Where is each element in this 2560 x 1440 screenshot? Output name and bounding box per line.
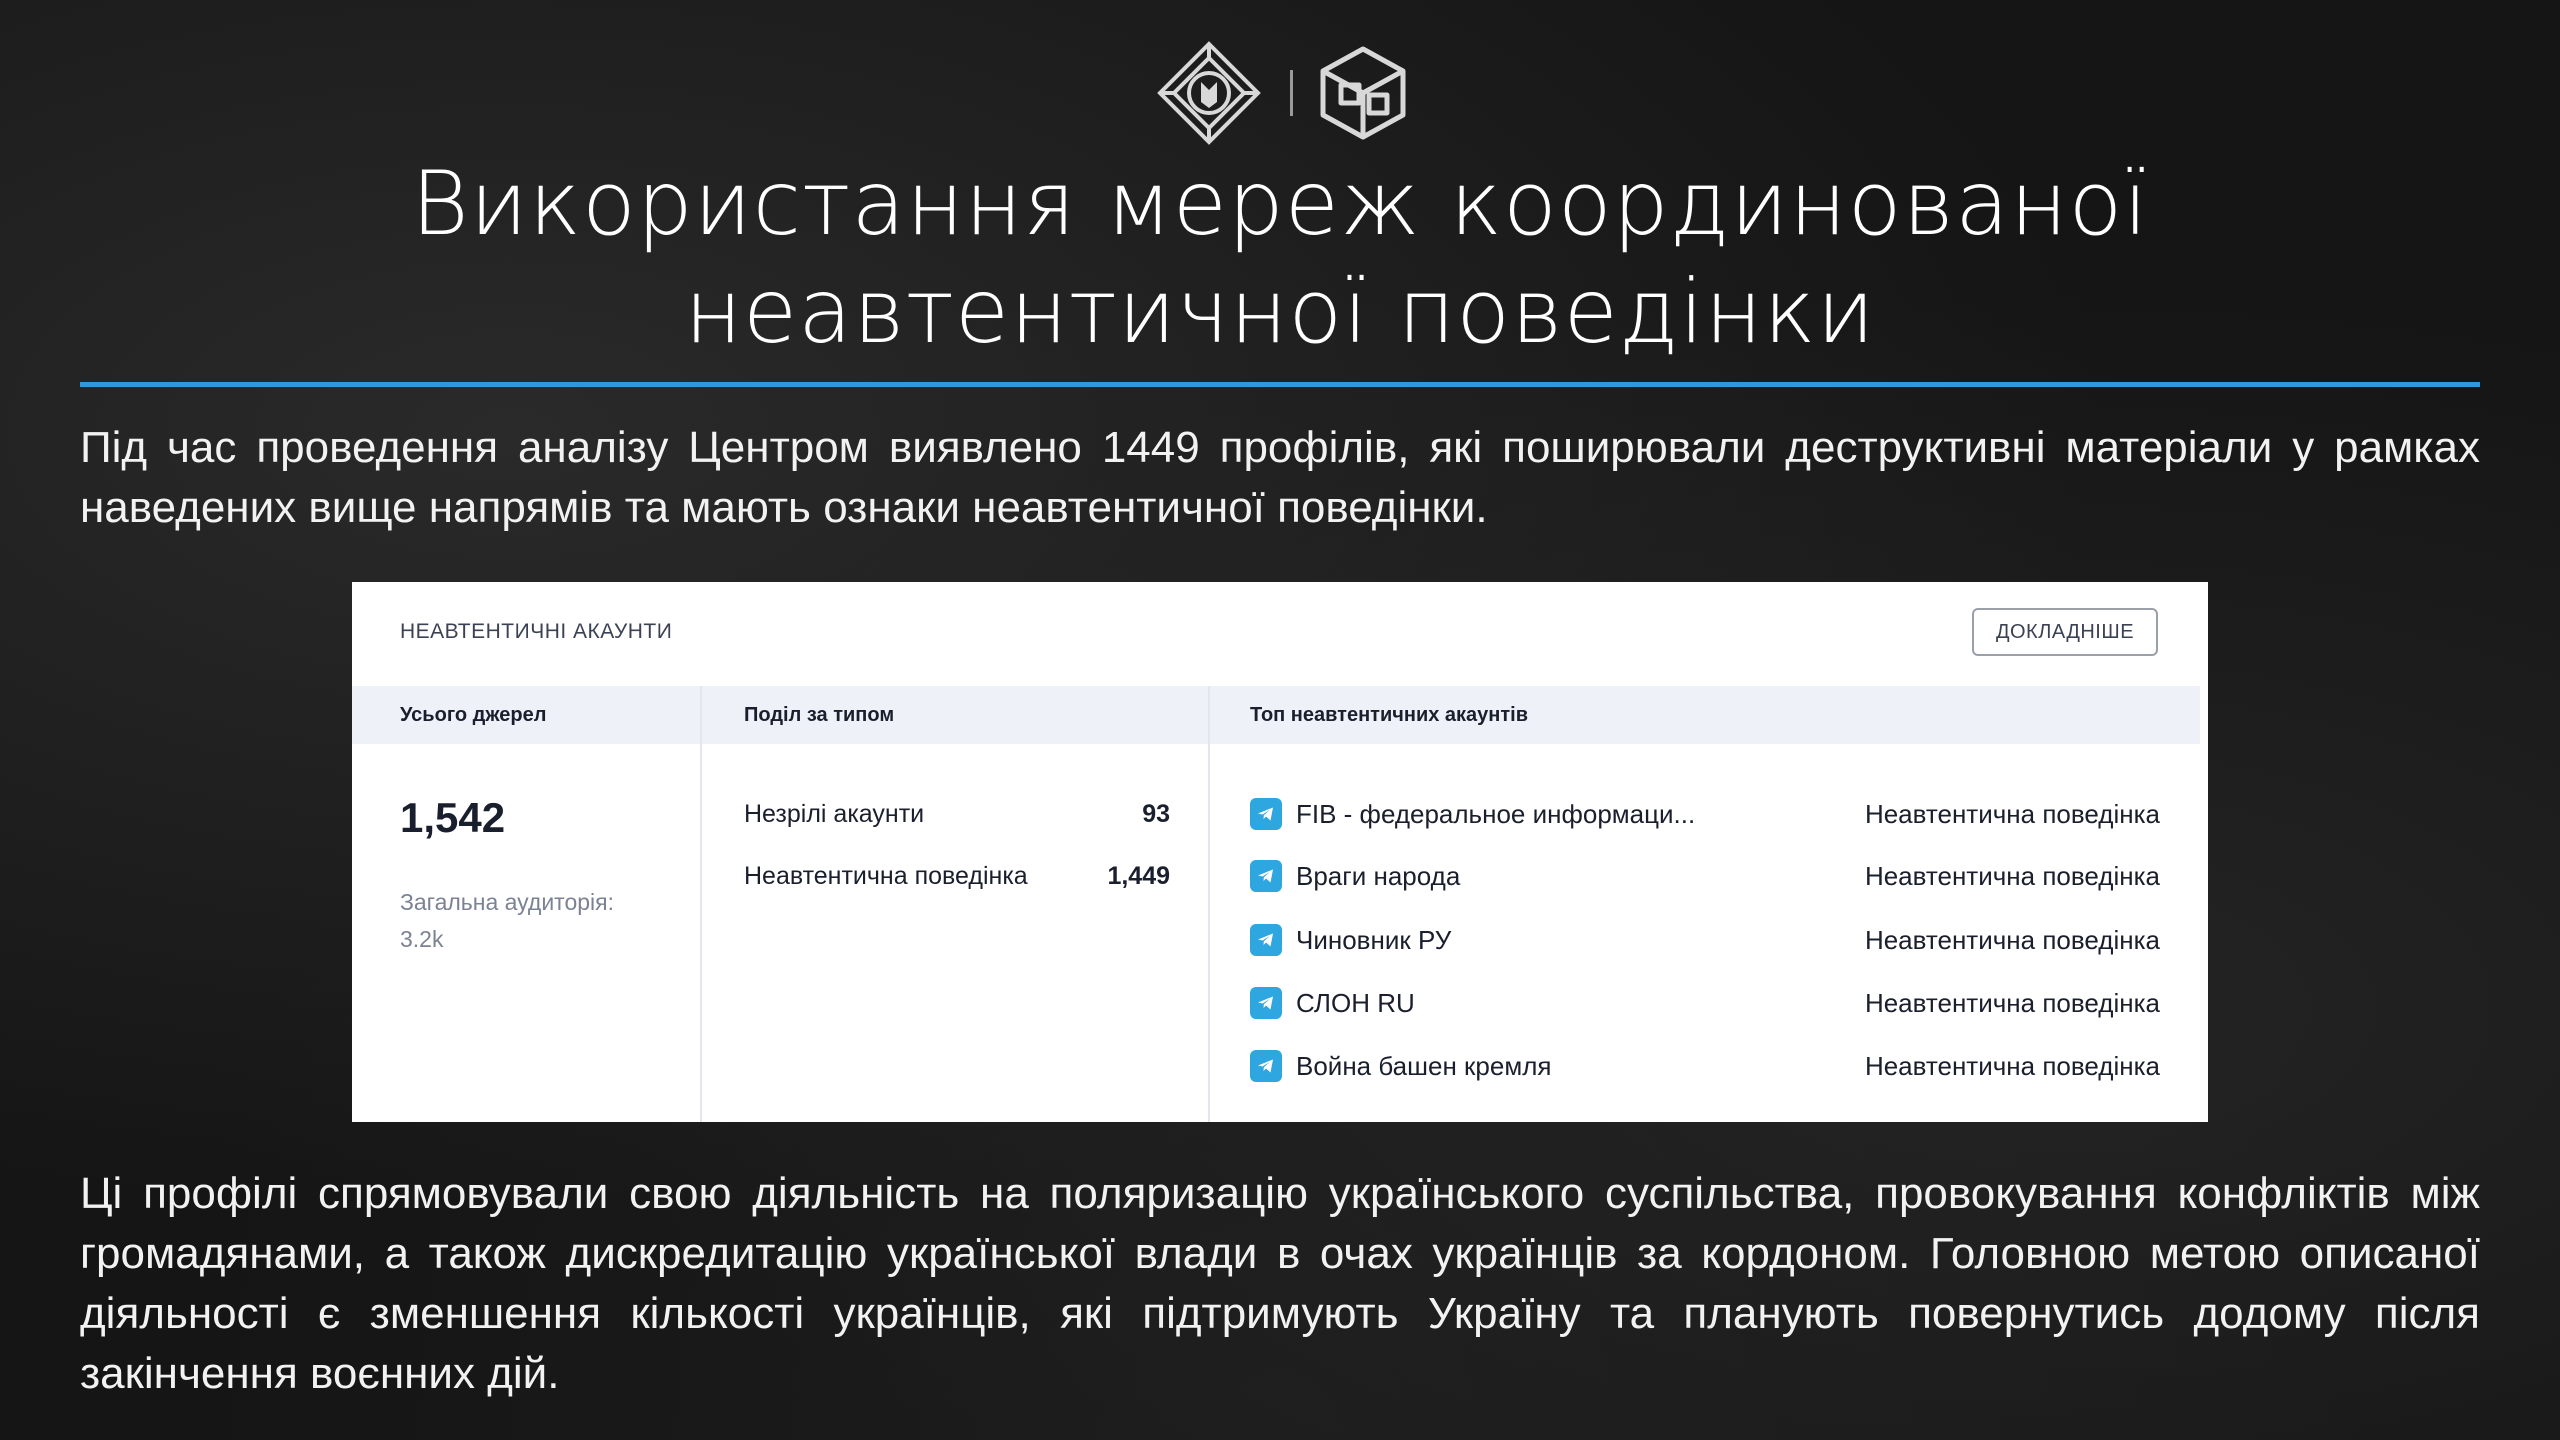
account-type: Неавтентична поведінка xyxy=(1864,1050,2160,1081)
audience-block: Загальна аудиторія: 3.2k xyxy=(400,884,680,958)
account-type: Неавтентична поведінка xyxy=(1864,798,2160,829)
audience-label: Загальна аудиторія: xyxy=(400,889,614,915)
title-underline xyxy=(80,382,2480,387)
logo-divider xyxy=(1289,70,1293,116)
type-value: 93 xyxy=(1142,800,1170,828)
type-label: Незрілі акаунти xyxy=(744,800,925,828)
total-sources-value: 1,542 xyxy=(400,794,506,841)
col-header-total-sources: Усього джерел xyxy=(400,704,547,726)
type-row: Неавтентична поведінка 1,449 xyxy=(744,862,1170,891)
account-type: Неавтентична поведінка xyxy=(1864,860,2160,891)
account-row[interactable]: Враги народа Неавтентична поведінка xyxy=(1250,858,2160,894)
logo-bar xyxy=(0,38,2560,148)
col-header-top-accounts: Топ неавтентичних акаунтів xyxy=(1250,704,1529,726)
account-row[interactable]: Чиновник РУ Неавтентична поведінка xyxy=(1250,922,2160,958)
slide-title: Використання мереж координованої неавтен… xyxy=(0,150,2560,366)
telegram-icon xyxy=(1250,924,1282,956)
inauthentic-accounts-panel: НЕАВТЕНТИЧНІ АКАУНТИ ДОКЛАДНІШЕ Усього д… xyxy=(352,582,2208,1122)
account-name: Враги народа xyxy=(1296,860,1461,891)
account-row[interactable]: Война башен кремля Неавтентична поведінк… xyxy=(1250,1048,2160,1084)
column-separator xyxy=(700,686,702,1122)
column-separator xyxy=(1208,686,1210,1122)
account-name: FIB - федеральное информаци... xyxy=(1296,798,1696,829)
account-type: Неавтентична поведінка xyxy=(1864,987,2160,1018)
account-type: Неавтентична поведінка xyxy=(1864,924,2160,955)
account-name: Чиновник РУ xyxy=(1296,924,1452,955)
account-name: Война башен кремля xyxy=(1296,1050,1552,1081)
cube-logo-icon xyxy=(1320,46,1405,140)
account-name: СЛОН RU xyxy=(1296,987,1415,1018)
panel-header: НЕАВТЕНТИЧНІ АКАУНТИ ДОКЛАДНІШЕ xyxy=(352,582,2208,686)
title-line-2: неавтентичної поведінки xyxy=(684,260,1876,363)
telegram-icon xyxy=(1250,1050,1282,1082)
col-header-type-split: Поділ за типом xyxy=(744,704,895,726)
emblem-logo-icon xyxy=(1156,41,1261,145)
telegram-icon xyxy=(1250,860,1282,892)
type-value: 1,449 xyxy=(1107,862,1170,890)
account-row[interactable]: СЛОН RU Неавтентична поведінка xyxy=(1250,985,2160,1021)
audience-value: 3.2k xyxy=(400,926,444,952)
account-row[interactable]: FIB - федеральное информаци... Неавтенти… xyxy=(1250,796,2160,832)
telegram-icon xyxy=(1250,798,1282,830)
title-line-1: Використання мереж координованої xyxy=(411,152,2149,255)
type-label: Неавтентична поведінка xyxy=(744,862,1028,890)
details-button[interactable]: ДОКЛАДНІШЕ xyxy=(1972,608,2158,656)
conclusion-paragraph: Ці профілі спрямовували свою діяльність … xyxy=(80,1169,2480,1398)
intro-paragraph: Під час проведення аналізу Центром виявл… xyxy=(80,423,2480,532)
type-row: Незрілі акаунти 93 xyxy=(744,800,1170,829)
telegram-icon xyxy=(1250,987,1282,1019)
panel-title: НЕАВТЕНТИЧНІ АКАУНТИ xyxy=(400,620,673,643)
